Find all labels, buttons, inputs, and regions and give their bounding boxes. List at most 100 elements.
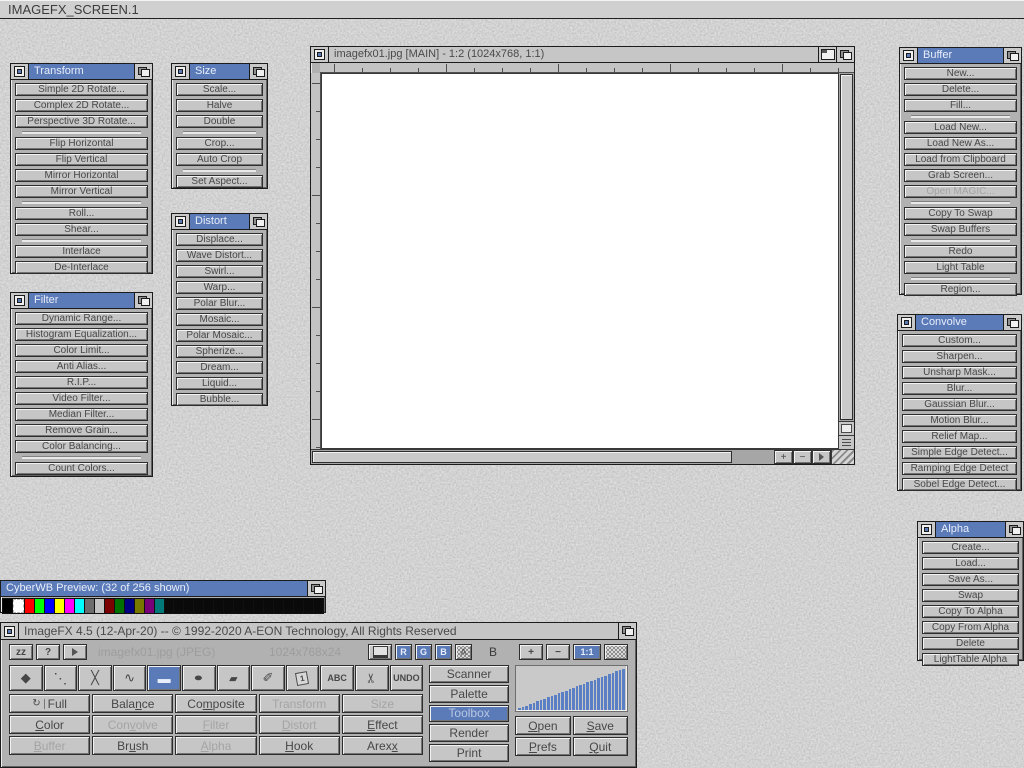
channel-red-button[interactable]: R <box>395 644 412 660</box>
undo-button[interactable]: UNDO <box>390 665 424 691</box>
zoom-ratio-button[interactable]: 1:1 <box>573 644 601 660</box>
buffer-button-redo[interactable]: Redo <box>904 245 1017 258</box>
prefs-button[interactable]: Prefs <box>515 737 570 756</box>
mode-button-palette[interactable]: Palette <box>429 685 509 703</box>
distort-button-dream[interactable]: Dream... <box>176 361 263 374</box>
convolve-button-sharpen[interactable]: Sharpen... <box>902 350 1017 363</box>
palette-swatch[interactable] <box>274 599 283 613</box>
filter-button-count-colors[interactable]: Count Colors... <box>15 462 148 475</box>
buffer-button-delete[interactable]: Delete... <box>904 83 1017 96</box>
convolve-titlebar[interactable]: Convolve <box>898 315 1021 331</box>
convolve-button-custom[interactable]: Custom... <box>902 334 1017 347</box>
transform-button-shear[interactable]: Shear... <box>15 223 148 236</box>
category-button-distort[interactable]: Distort <box>259 715 340 734</box>
zoom-out-button[interactable]: − <box>546 644 570 660</box>
buffer-button-open-magic[interactable]: Open MAGIC... <box>904 185 1017 198</box>
open-button[interactable]: Open <box>515 716 570 735</box>
horizontal-scrollbar[interactable] <box>311 450 774 464</box>
depth-window-icon[interactable] <box>1003 315 1021 330</box>
category-button-brush[interactable]: Brush <box>92 736 173 755</box>
palette-swatch[interactable] <box>75 599 84 613</box>
distort-button-polar-mosaic[interactable]: Polar Mosaic... <box>176 329 263 342</box>
distort-button-spherize[interactable]: Spherize... <box>176 345 263 358</box>
category-button-alpha[interactable]: Alpha <box>175 736 256 755</box>
category-button-color[interactable]: Color <box>9 715 90 734</box>
buffer-button-load-new-as[interactable]: Load New As... <box>904 137 1017 150</box>
distort-button-wave-distort[interactable]: Wave Distort... <box>176 249 263 262</box>
depth-window-icon[interactable] <box>1005 522 1023 537</box>
palette-swatch[interactable] <box>314 599 323 613</box>
distort-button-swirl[interactable]: Swirl... <box>176 265 263 278</box>
buffer-button-region[interactable]: Region... <box>904 283 1017 296</box>
palette-swatch[interactable] <box>194 599 203 613</box>
channel-blue-button[interactable]: B <box>435 644 452 660</box>
size-button-crop[interactable]: Crop... <box>176 137 263 150</box>
convolve-button-sobel-edge-detect[interactable]: Sobel Edge Detect... <box>902 478 1017 491</box>
depth-window-icon[interactable] <box>1003 48 1021 63</box>
close-window-icon[interactable] <box>900 48 918 63</box>
palette-swatch[interactable] <box>35 599 44 613</box>
buffer-button-new[interactable]: New... <box>904 67 1017 80</box>
close-window-icon[interactable] <box>11 293 29 308</box>
filter-button-remove-grain[interactable]: Remove Grain... <box>15 424 148 437</box>
airbrush-tool[interactable]: ⋱ <box>44 665 78 691</box>
filter-button-video-filter[interactable]: Video Filter... <box>15 392 148 405</box>
depth-window-icon[interactable] <box>836 47 854 62</box>
size-button-set-aspect[interactable]: Set Aspect... <box>176 175 263 188</box>
category-button-balance[interactable]: Balance <box>92 694 173 713</box>
depth-window-icon[interactable] <box>134 64 152 79</box>
quit-button[interactable]: Quit <box>573 737 628 756</box>
buffer-button-copy-to-swap[interactable]: Copy To Swap <box>904 207 1017 220</box>
close-window-icon[interactable] <box>11 64 29 79</box>
palette-swatch[interactable] <box>95 599 104 613</box>
convolve-button-gaussian-blur[interactable]: Gaussian Blur... <box>902 398 1017 411</box>
alpha-button-swap[interactable]: Swap <box>922 589 1019 602</box>
depth-window-icon[interactable] <box>618 623 636 639</box>
pan-arrow-button[interactable] <box>812 450 831 464</box>
buffer-button-load-from-clipboard[interactable]: Load from Clipboard <box>904 153 1017 166</box>
category-button-size[interactable]: Size <box>342 694 423 713</box>
oval-tool[interactable]: ● <box>182 665 216 691</box>
buffer-button-grab-screen[interactable]: Grab Screen... <box>904 169 1017 182</box>
filter-titlebar[interactable]: Filter <box>11 293 152 309</box>
convolve-button-simple-edge-detect[interactable]: Simple Edge Detect... <box>902 446 1017 459</box>
distort-button-displace[interactable]: Displace... <box>176 233 263 246</box>
depth-window-icon[interactable] <box>249 214 267 229</box>
transform-button-interlace[interactable]: Interlace <box>15 245 148 258</box>
transform-button-simple-2d-rotate[interactable]: Simple 2D Rotate... <box>15 83 148 96</box>
depth-window-icon[interactable] <box>307 581 325 596</box>
palette-swatch[interactable] <box>264 599 273 613</box>
close-window-icon[interactable] <box>172 64 190 79</box>
category-button-transform[interactable]: Transform <box>259 694 340 713</box>
page-gadget[interactable] <box>839 421 854 435</box>
zoom-in-button[interactable]: + <box>774 450 793 464</box>
palette-swatch[interactable] <box>13 599 24 613</box>
alpha-titlebar[interactable]: Alpha <box>918 522 1023 538</box>
palette-swatch[interactable] <box>234 599 243 613</box>
category-button-composite[interactable]: Composite <box>175 694 256 713</box>
text-tool[interactable]: ABC <box>320 665 354 691</box>
line-tool[interactable]: ╳ <box>78 665 112 691</box>
palette-swatch[interactable] <box>224 599 233 613</box>
mode-button-render[interactable]: Render <box>429 724 509 742</box>
alpha-button-copy-to-alpha[interactable]: Copy To Alpha <box>922 605 1019 618</box>
buffer-titlebar[interactable]: Buffer <box>900 48 1021 64</box>
alpha-button-delete[interactable]: Delete <box>922 637 1019 650</box>
transform-button-complex-2d-rotate[interactable]: Complex 2D Rotate... <box>15 99 148 112</box>
box-tool[interactable]: ▬ <box>147 665 181 691</box>
filter-button-color-limit[interactable]: Color Limit... <box>15 344 148 357</box>
fill-tool[interactable]: 1 <box>286 665 320 691</box>
distort-button-mosaic[interactable]: Mosaic... <box>176 313 263 326</box>
filter-button-histogram-equalization[interactable]: Histogram Equalization... <box>15 328 148 341</box>
category-button-arexx[interactable]: Arexx <box>342 736 423 755</box>
palette-window-titlebar[interactable]: CyberWB Preview: (32 of 256 shown) <box>1 581 325 597</box>
palette-swatch[interactable] <box>85 599 94 613</box>
palette-swatch[interactable] <box>125 599 134 613</box>
play-macro-button[interactable] <box>63 644 87 660</box>
palette-swatch[interactable] <box>284 599 293 613</box>
buffer-button-fill[interactable]: Fill... <box>904 99 1017 112</box>
palette-swatch[interactable] <box>145 599 154 613</box>
close-window-icon[interactable] <box>311 47 329 62</box>
help-button[interactable]: ? <box>36 644 60 660</box>
distort-titlebar[interactable]: Distort <box>172 214 267 230</box>
